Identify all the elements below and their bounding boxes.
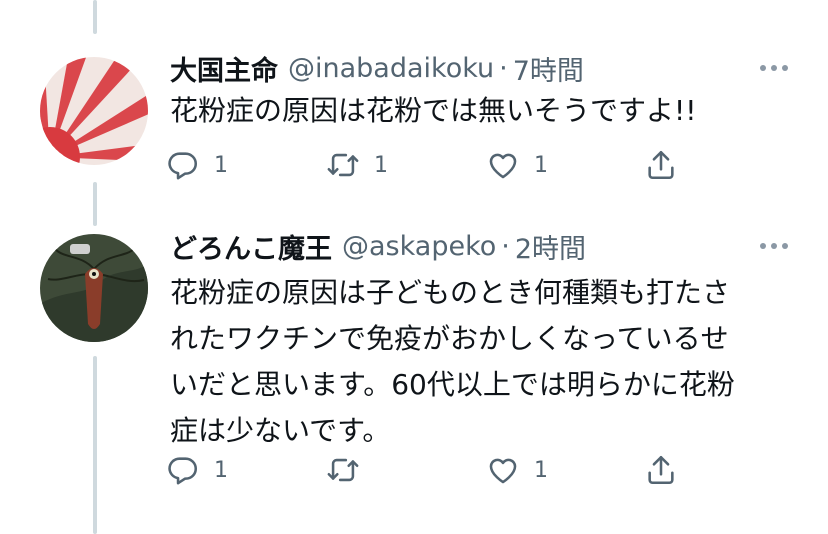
tweet-text: 花粉症の原因は子どものとき何種類も打たさ れたワクチンで免疫がおかしくなっている… (170, 270, 735, 454)
like-button[interactable]: 1 (486, 148, 548, 182)
tweet-header: 大国主命 @inabadaikoku · 7時間 (170, 49, 584, 88)
retweet-icon (327, 458, 359, 482)
tweet-text-line: 花粉症の原因は花粉では無いそうですよ!! (170, 94, 697, 127)
user-handle[interactable]: @askapeko (342, 231, 496, 262)
tweet-text: 花粉症の原因は花粉では無いそうですよ!! (170, 88, 696, 134)
more-icon[interactable] (760, 65, 788, 71)
reply-icon (168, 457, 198, 485)
thread-line-bottom (93, 356, 97, 534)
retweet-icon (327, 153, 359, 177)
avatar[interactable] (40, 57, 148, 165)
like-button[interactable]: 1 (486, 453, 548, 487)
thread-line-top (93, 0, 97, 34)
rising-sun-avatar-image (40, 57, 148, 165)
tweet-time[interactable]: 7時間 (513, 49, 584, 88)
tweet-text-line: れたワクチンで免疫がおかしくなっているせ (170, 322, 729, 355)
reply-button[interactable]: 1 (166, 453, 228, 487)
retweet-button[interactable]: 1 (326, 148, 388, 182)
reply-icon (168, 152, 198, 180)
share-icon (648, 455, 674, 485)
share-icon (648, 150, 674, 180)
like-count: 1 (534, 457, 548, 483)
like-icon (489, 153, 517, 179)
display-name[interactable]: 大国主命 (170, 49, 278, 88)
like-count: 1 (534, 152, 548, 178)
reply-count: 1 (214, 152, 228, 178)
tweet-header: どろんこ魔王 @askapeko · 2時間 (170, 227, 586, 266)
display-name[interactable]: どろんこ魔王 (170, 227, 332, 266)
like-icon (489, 458, 517, 484)
monster-avatar-image (40, 234, 148, 342)
more-icon[interactable] (760, 243, 788, 249)
tweet-text-line: 症は少ないです。 (170, 414, 391, 447)
share-button[interactable] (644, 148, 678, 182)
thread-line-middle (93, 182, 97, 226)
tweet-text-line: 花粉症の原因は子どものとき何種類も打たさ (170, 276, 731, 309)
retweet-count: 1 (374, 152, 388, 178)
tweet-time[interactable]: 2時間 (515, 227, 586, 266)
separator-dot: · (501, 230, 510, 262)
reply-count: 1 (214, 457, 228, 483)
reply-button[interactable]: 1 (166, 148, 228, 182)
retweet-button[interactable] (326, 453, 374, 487)
tweet-text-line: いだと思います。60代以上では明らかに花粉 (170, 368, 735, 401)
avatar[interactable] (40, 234, 148, 342)
user-handle[interactable]: @inabadaikoku (288, 53, 494, 84)
share-button[interactable] (644, 453, 678, 487)
separator-dot: · (499, 52, 508, 84)
